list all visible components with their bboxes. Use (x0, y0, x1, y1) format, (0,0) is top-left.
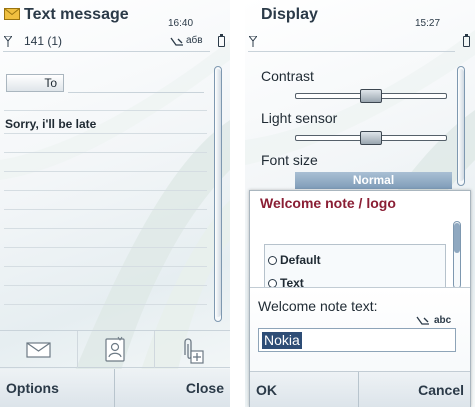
welcome-note-popup: Welcome note / logo Default Text Welcome… (249, 190, 471, 407)
dialog-softkeys: OK Cancel (250, 371, 470, 407)
scrollbar-thumb[interactable] (458, 69, 464, 181)
welcome-note-input[interactable]: Nokia (258, 328, 456, 352)
toolbar-button-send[interactable] (0, 331, 76, 368)
light-sensor-slider[interactable] (295, 131, 447, 145)
character-counter: 141 (1) (24, 34, 63, 48)
slider-handle[interactable] (360, 89, 382, 103)
text-message-screen: Text message 16:40 141 (1) абв To Sorry,… (0, 0, 230, 407)
input-mode-label: abc (434, 315, 452, 326)
query-label: Welcome note text: (258, 298, 378, 314)
page-title: Display (261, 6, 318, 23)
popup-scrollbar[interactable] (453, 221, 461, 289)
toolbar-button-attach[interactable] (154, 331, 230, 368)
paperclip-insert-icon (184, 338, 204, 364)
softkey-bar: Options Close (0, 369, 230, 407)
input-mode-label: абв (186, 35, 203, 46)
option-list: Default Text (264, 244, 446, 289)
contrast-slider[interactable] (295, 89, 447, 103)
to-button[interactable]: To (6, 74, 64, 92)
ruled-line (4, 285, 207, 286)
battery-icon (463, 34, 470, 47)
ruled-line (4, 209, 207, 210)
message-body[interactable]: Sorry, i'll be late (5, 117, 96, 131)
antenna-icon (249, 36, 257, 47)
ruled-line (4, 304, 207, 305)
ruled-line (4, 171, 207, 172)
toolbar-button-contacts[interactable] (77, 331, 153, 368)
ruled-line (4, 247, 207, 248)
clock: 15:27 (415, 18, 441, 29)
cancel-softkey[interactable]: Cancel (418, 372, 464, 407)
toolbar (0, 330, 230, 368)
radio-default[interactable] (268, 256, 277, 265)
ruled-line (4, 133, 207, 134)
ruled-line (4, 110, 207, 111)
title-bar: Text message 16:40 (0, 0, 230, 32)
slider-handle[interactable] (360, 131, 382, 145)
contrast-label: Contrast (261, 68, 314, 84)
input-value: Nokia (262, 332, 302, 349)
status-row: 141 (1) абв (0, 33, 230, 49)
clock: 16:40 (168, 18, 194, 29)
softkey-divider (114, 369, 115, 407)
scrollbar-thumb[interactable] (454, 223, 460, 253)
ok-softkey[interactable]: OK (256, 372, 277, 407)
text-query-dialog: Welcome note text: abc Nokia OK Cancel (250, 287, 470, 407)
light-sensor-label: Light sensor (261, 110, 338, 126)
contact-card-icon (105, 336, 125, 362)
options-softkey[interactable]: Options (6, 369, 59, 407)
scrollbar-thumb[interactable] (215, 69, 221, 317)
ruled-line (4, 266, 207, 267)
font-size-label: Font size (261, 152, 318, 168)
popup-title: Welcome note / logo (260, 195, 396, 211)
recipient-field[interactable] (68, 92, 204, 93)
status-row (245, 33, 475, 49)
input-mode-icon (170, 37, 183, 46)
antenna-icon (4, 36, 12, 47)
page-title: Text message (24, 6, 129, 23)
ruled-line (4, 190, 207, 191)
softkey-divider (358, 372, 359, 407)
message-scrollbar[interactable] (214, 66, 222, 322)
envelope-icon (4, 8, 20, 20)
input-mode-icon (416, 316, 429, 325)
option-default-label[interactable]: Default (280, 253, 321, 267)
ruled-line (4, 228, 207, 229)
font-size-selector[interactable]: Normal (295, 172, 452, 189)
settings-scrollbar[interactable] (457, 66, 465, 186)
battery-icon (218, 34, 225, 47)
close-softkey[interactable]: Close (186, 369, 224, 407)
display-settings-screen: Display 15:27 Contrast Light sensor Font… (245, 0, 475, 407)
ruled-line (4, 152, 207, 153)
header-divider (3, 51, 210, 52)
header-divider (248, 51, 455, 52)
envelope-icon (26, 342, 51, 358)
title-bar: Display 15:27 (245, 0, 475, 32)
